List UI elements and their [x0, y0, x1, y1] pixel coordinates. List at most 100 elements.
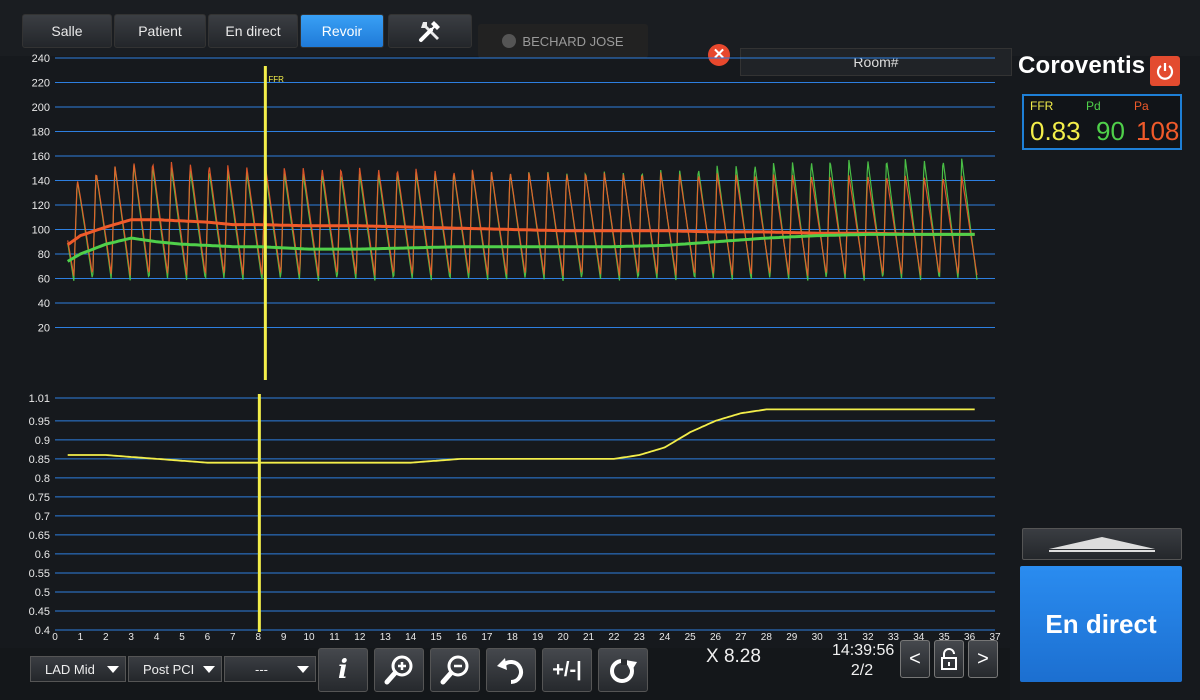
brand-logo: Coroventis — [1018, 52, 1146, 79]
chevron-down-icon — [203, 666, 215, 673]
tab-label: Revoir — [321, 23, 363, 39]
x-tick-label: 7 — [230, 632, 236, 643]
tab-salle[interactable]: Salle — [22, 14, 112, 48]
x-tick-label: 20 — [558, 632, 570, 643]
power-icon — [1156, 63, 1174, 80]
expand-panel-button[interactable] — [1022, 528, 1182, 560]
top-y-tick-label: 240 — [32, 53, 50, 65]
bottom-y-tick-label: 0.45 — [29, 606, 50, 618]
pa-label: Pa — [1134, 99, 1149, 113]
bottom-y-tick-label: 0.5 — [35, 587, 50, 599]
x-tick-label: 30 — [812, 632, 824, 643]
bottom-y-tick-label: 0.8 — [35, 473, 50, 485]
pressure-ffr-chart: 240220200180160140120100806040201.010.95… — [29, 53, 1001, 643]
x-tick-label: 27 — [735, 632, 747, 643]
vessel-select-value: LAD Mid — [45, 661, 95, 677]
top-y-tick-label: 100 — [32, 225, 50, 237]
top-y-tick-label: 40 — [38, 298, 50, 310]
bottom-y-tick-label: 0.6 — [35, 549, 50, 561]
zoom-in-icon — [384, 655, 413, 685]
pd-mean-line — [66, 232, 975, 263]
zoom-out-button[interactable] — [430, 648, 480, 692]
tab-label: En direct — [225, 23, 281, 39]
chevron-left-icon: < — [909, 647, 921, 670]
x-tick-label: 9 — [281, 632, 287, 643]
x-tick-label: 26 — [710, 632, 722, 643]
top-y-tick-label: 120 — [32, 200, 50, 212]
chevron-right-icon: > — [977, 647, 989, 670]
chevron-down-icon — [107, 666, 119, 673]
x-tick-label: 6 — [205, 632, 211, 643]
power-button[interactable] — [1150, 56, 1180, 86]
tab-en-direct[interactable]: En direct — [208, 14, 298, 48]
ffr-trace — [67, 408, 975, 464]
ffr-console-screen: Salle Patient En direct Revoir BECHARD J… — [0, 0, 1200, 700]
bottom-y-tick-label: 0.95 — [29, 416, 50, 428]
tab-settings[interactable] — [388, 14, 472, 48]
ffr-marker-label: FFR — [268, 75, 284, 84]
time-readout: 14:39:56 — [832, 642, 895, 659]
phase-select-value: Post PCI — [143, 661, 195, 677]
plus-minus-button[interactable]: +/-| — [542, 648, 592, 692]
x-tick-label: 16 — [456, 632, 468, 643]
live-mode-button[interactable]: En direct — [1020, 566, 1182, 682]
vessel-select[interactable]: LAD Mid — [30, 656, 126, 682]
ffr-value: 0.83 — [1030, 116, 1081, 146]
info-icon: i — [338, 655, 348, 685]
top-y-tick-label: 140 — [32, 176, 50, 188]
undo-button[interactable] — [486, 648, 536, 692]
redo-icon — [610, 659, 637, 683]
bottom-y-tick-label: 0.75 — [29, 492, 50, 504]
tab-label: Salle — [51, 23, 83, 39]
prev-button[interactable]: < — [900, 640, 930, 678]
bottom-y-tick-label: 0.85 — [29, 454, 50, 466]
live-mode-label: En direct — [1045, 608, 1157, 639]
x-tick-label: 3 — [128, 632, 134, 643]
pd-value: 90 — [1096, 116, 1125, 146]
tab-label: Patient — [138, 23, 182, 39]
zoom-in-button[interactable] — [374, 648, 424, 692]
x-tick-label: 8 — [255, 632, 261, 643]
zoom-out-icon — [440, 655, 469, 685]
extra-select[interactable]: --- — [224, 656, 316, 682]
x-tick-label: 12 — [354, 632, 366, 643]
chevron-down-icon — [297, 666, 309, 673]
bottom-y-tick-label: 0.7 — [35, 511, 50, 523]
patient-name: BECHARD JOSE — [522, 33, 624, 49]
x-tick-label: 24 — [659, 632, 671, 643]
chevron-up-icon — [1049, 537, 1155, 552]
ffr-label: FFR — [1030, 99, 1054, 113]
x-tick-label: 25 — [685, 632, 697, 643]
unlock-icon — [941, 648, 957, 670]
tools-icon — [419, 21, 440, 42]
phase-select[interactable]: Post PCI — [128, 656, 222, 682]
tab-patient[interactable]: Patient — [114, 14, 206, 48]
top-y-tick-label: 160 — [32, 151, 50, 163]
x-tick-label: 2 — [103, 632, 109, 643]
top-y-tick-label: 80 — [38, 249, 50, 261]
top-y-tick-label: 220 — [32, 78, 50, 90]
readout-box: FFR Pd Pa 0.83 90 108 — [1022, 94, 1182, 150]
bottom-y-tick-label: 0.65 — [29, 530, 50, 542]
undo-icon — [497, 658, 523, 684]
x-tick-label: 5 — [179, 632, 185, 643]
x-tick-label: 4 — [154, 632, 160, 643]
lock-button[interactable] — [934, 640, 964, 678]
x-tick-label: 15 — [431, 632, 443, 643]
info-button[interactable]: i — [318, 648, 368, 692]
x-tick-label: 11 — [329, 632, 340, 643]
next-button[interactable]: > — [968, 640, 998, 678]
pa-pulse-trace — [67, 161, 978, 277]
bottom-y-tick-label: 0.4 — [35, 625, 50, 637]
user-icon — [502, 34, 517, 48]
tab-revoir[interactable]: Revoir — [300, 14, 384, 48]
top-y-tick-label: 200 — [32, 102, 50, 114]
bottom-y-tick-label: 0.9 — [35, 435, 50, 447]
x-tick-label: 13 — [380, 632, 392, 643]
bottom-y-tick-label: 1.01 — [29, 393, 50, 405]
top-y-tick-label: 60 — [38, 274, 50, 286]
x-tick-label: 1 — [78, 632, 84, 643]
x-tick-label: 19 — [532, 632, 544, 643]
x-tick-label: 18 — [507, 632, 519, 643]
redo-button[interactable] — [598, 648, 648, 692]
